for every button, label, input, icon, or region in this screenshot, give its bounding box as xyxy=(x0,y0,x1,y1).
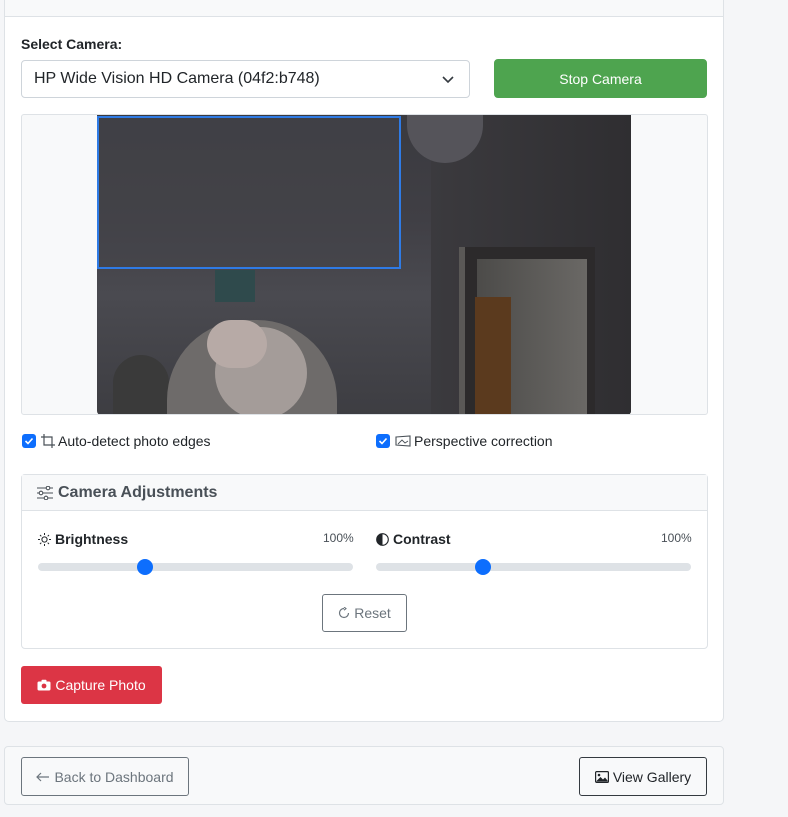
view-gallery-button[interactable]: View Gallery xyxy=(579,757,707,796)
contrast-label: Contrast xyxy=(376,531,451,547)
select-camera-label: Select Camera: xyxy=(21,36,123,52)
brightness-slider-thumb[interactable] xyxy=(137,559,154,575)
perspective-option[interactable]: Perspective correction xyxy=(376,433,553,449)
camera-adjustments-card: Camera Adjustments Brightness 100% Contr… xyxy=(21,474,708,649)
brightness-slider-track[interactable] xyxy=(38,563,353,571)
camera-adjustments-title: Camera Adjustments xyxy=(58,483,218,501)
camera-adjustments-header: Camera Adjustments xyxy=(22,475,707,511)
auto-detect-checkbox[interactable] xyxy=(22,434,36,448)
back-to-dashboard-label: Back to Dashboard xyxy=(54,768,174,785)
capture-photo-button[interactable]: Capture Photo xyxy=(21,666,162,704)
back-to-dashboard-button[interactable]: Back to Dashboard xyxy=(21,757,189,796)
card-header-strip xyxy=(5,0,723,17)
sun-icon xyxy=(38,532,51,546)
brightness-label: Brightness xyxy=(38,531,128,547)
check-icon xyxy=(24,437,34,445)
video-chair xyxy=(113,355,169,414)
contrast-label-text: Contrast xyxy=(393,531,451,547)
footer-bar: Back to Dashboard View Gallery xyxy=(4,746,724,805)
view-gallery-label: View Gallery xyxy=(612,768,692,785)
chevron-down-icon xyxy=(441,72,455,86)
contrast-slider-thumb[interactable] xyxy=(475,559,492,575)
image-icon xyxy=(594,770,609,783)
brightness-label-text: Brightness xyxy=(55,531,129,547)
video-poster xyxy=(215,270,255,302)
arrow-left-icon xyxy=(36,772,50,782)
camera-preview xyxy=(21,114,708,415)
reset-button[interactable]: Reset xyxy=(322,594,407,632)
crop-icon xyxy=(41,434,55,448)
contrast-slider-track[interactable] xyxy=(376,563,691,571)
contrast-icon xyxy=(376,532,389,546)
auto-detect-option[interactable]: Auto-detect photo edges xyxy=(22,433,211,449)
camera-video-feed[interactable] xyxy=(97,115,631,414)
camera-select-value: HP Wide Vision HD Camera (04f2:b748) xyxy=(34,70,320,87)
camera-icon xyxy=(37,679,51,691)
capture-photo-label: Capture Photo xyxy=(55,677,146,693)
reset-label: Reset xyxy=(354,605,391,621)
stop-camera-button[interactable]: Stop Camera xyxy=(494,59,707,98)
perspective-checkbox[interactable] xyxy=(376,434,390,448)
camera-card: Select Camera: HP Wide Vision HD Camera … xyxy=(4,0,724,722)
detected-edges-box xyxy=(97,116,401,269)
camera-select[interactable]: HP Wide Vision HD Camera (04f2:b748) xyxy=(21,60,470,98)
sliders-icon xyxy=(37,485,53,500)
check-icon xyxy=(378,437,388,445)
video-door-frame xyxy=(475,297,511,414)
perspective-icon xyxy=(395,435,411,447)
reset-icon xyxy=(338,607,350,619)
brightness-value: 100% xyxy=(323,531,354,545)
contrast-value: 100% xyxy=(661,531,692,545)
auto-detect-label: Auto-detect photo edges xyxy=(58,433,211,449)
perspective-label: Perspective correction xyxy=(414,433,553,449)
video-person-hand xyxy=(207,320,267,368)
